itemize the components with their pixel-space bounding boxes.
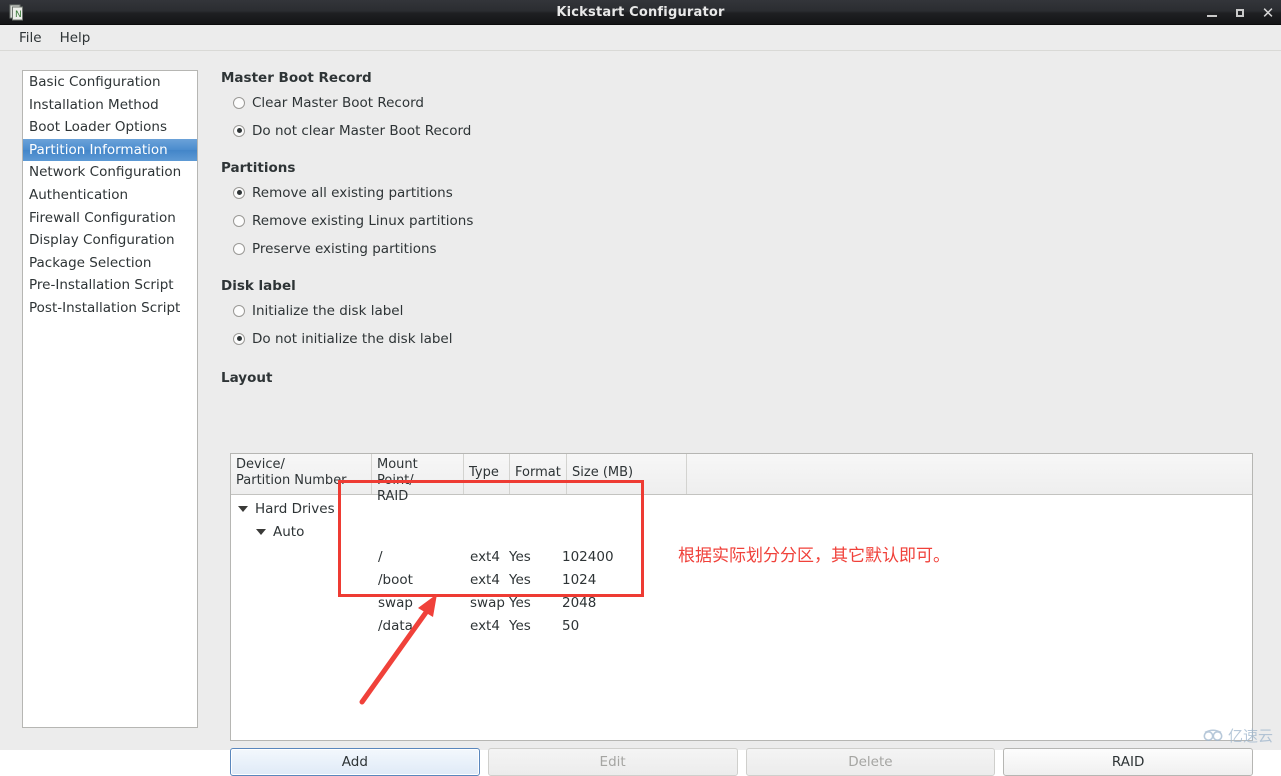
annotation-note-text: 根据实际划分分区，其它默认即可。	[678, 546, 950, 566]
radio-preserve-existing-partitions[interactable]: Preserve existing partitions	[233, 238, 1261, 259]
close-icon[interactable]: ✕	[1261, 5, 1275, 20]
add-button[interactable]: Add	[230, 748, 480, 776]
radio-remove-all-existing-partitions[interactable]: Remove all existing partitions	[233, 182, 1261, 203]
window-body: Basic Configuration Installation Method …	[0, 51, 1281, 776]
sidebar-nav-list[interactable]: Basic Configuration Installation Method …	[22, 70, 198, 728]
sidebar-item-pre-installation-script[interactable]: Pre-Installation Script	[23, 274, 197, 297]
minimize-icon[interactable]	[1205, 6, 1219, 20]
radio-initialize-disk-label[interactable]: Initialize the disk label	[233, 300, 1261, 321]
section-title-partitions: Partitions	[221, 160, 296, 176]
column-header-mount-point[interactable]: Mount Point/ RAID	[372, 454, 464, 504]
menu-item-help[interactable]: Help	[51, 27, 100, 49]
cell-format: Yes	[509, 594, 531, 611]
cell-mount-point: /	[378, 548, 383, 565]
sidebar-item-installation-method[interactable]: Installation Method	[23, 94, 197, 117]
radio-circle-icon	[233, 214, 245, 227]
cell-mount-point: /data	[378, 617, 413, 634]
radio-clear-mbr[interactable]: Clear Master Boot Record	[233, 92, 1261, 113]
column-header-type[interactable]: Type	[464, 454, 510, 494]
cell-size: 102400	[562, 548, 614, 565]
column-header-device[interactable]: Device/ Partition Number	[231, 454, 372, 494]
column-header-format[interactable]: Format	[510, 454, 567, 494]
radio-label: Do not initialize the disk label	[252, 330, 453, 347]
menu-item-file[interactable]: File	[10, 27, 51, 49]
tree-node-label: Hard Drives	[255, 500, 335, 517]
column-header-size[interactable]: Size (MB)	[567, 454, 687, 494]
radio-circle-icon	[233, 96, 245, 109]
tree-node-label: Auto	[273, 523, 305, 540]
cell-size: 50	[562, 617, 580, 634]
cell-type: ext4	[470, 617, 500, 634]
column-header-line1: Device/	[236, 457, 285, 472]
window-controls: ✕	[1205, 0, 1275, 25]
radio-label: Remove all existing partitions	[252, 184, 453, 201]
maximize-icon[interactable]	[1233, 6, 1247, 20]
sidebar-item-package-selection[interactable]: Package Selection	[23, 252, 197, 275]
sidebar-item-firewall-configuration[interactable]: Firewall Configuration	[23, 207, 197, 230]
radio-label: Clear Master Boot Record	[252, 94, 424, 111]
sidebar-item-authentication[interactable]: Authentication	[23, 184, 197, 207]
section-title-master-boot-record: Master Boot Record	[221, 70, 372, 86]
sidebar-item-post-installation-script[interactable]: Post-Installation Script	[23, 297, 197, 320]
title-bar: N Kickstart Configurator ✕	[0, 0, 1281, 25]
cell-mount-point: swap	[378, 594, 413, 611]
radio-do-not-clear-mbr[interactable]: Do not clear Master Boot Record	[233, 120, 1261, 141]
column-header-line2: RAID	[377, 489, 409, 504]
column-header-line1: Mount Point/	[377, 457, 418, 488]
layout-action-buttons: Add Edit Delete RAID	[230, 748, 1253, 776]
radio-label: Do not clear Master Boot Record	[252, 122, 472, 139]
radio-remove-existing-linux-partitions[interactable]: Remove existing Linux partitions	[233, 210, 1261, 231]
sidebar-item-partition-information[interactable]: Partition Information	[23, 138, 197, 162]
sidebar-item-network-configuration[interactable]: Network Configuration	[23, 161, 197, 184]
cell-type: ext4	[470, 571, 500, 588]
cell-size: 2048	[562, 594, 597, 611]
radio-circle-icon	[233, 304, 245, 317]
tree-node-auto[interactable]: Auto	[231, 520, 1252, 543]
cell-format: Yes	[509, 548, 531, 565]
cell-size: 1024	[562, 571, 597, 588]
table-row[interactable]: /data ext4 Yes 50	[231, 614, 1252, 637]
radio-circle-selected-icon	[233, 332, 245, 345]
delete-button[interactable]: Delete	[745, 748, 996, 776]
table-row[interactable]: swap swap Yes 2048	[231, 591, 1252, 614]
column-header-filler	[687, 454, 1252, 494]
chevron-down-icon[interactable]	[238, 505, 248, 512]
radio-circle-selected-icon	[233, 186, 245, 199]
section-title-disk-label: Disk label	[221, 278, 296, 294]
cell-type: swap	[470, 594, 505, 611]
radio-circle-icon	[233, 242, 245, 255]
cell-mount-point: /boot	[378, 571, 413, 588]
radio-label: Initialize the disk label	[252, 302, 404, 319]
table-header-row: Device/ Partition Number Mount Point/ RA…	[231, 454, 1252, 504]
radio-do-not-initialize-disk-label[interactable]: Do not initialize the disk label	[233, 328, 1261, 349]
menu-bar: File Help	[0, 25, 1281, 51]
column-header-line2: Partition Number	[236, 473, 347, 488]
radio-label: Remove existing Linux partitions	[252, 212, 474, 229]
watermark-text: 亿速云	[1227, 727, 1273, 745]
watermark: 亿速云	[1202, 725, 1273, 746]
raid-button[interactable]: RAID	[1003, 748, 1253, 776]
radio-circle-selected-icon	[233, 124, 245, 137]
cell-format: Yes	[509, 617, 531, 634]
sidebar-item-basic-configuration[interactable]: Basic Configuration	[23, 71, 197, 94]
partition-layout-table[interactable]: Device/ Partition Number Mount Point/ RA…	[230, 453, 1253, 741]
radio-label: Preserve existing partitions	[252, 240, 437, 257]
window-title: Kickstart Configurator	[556, 5, 725, 20]
edit-button[interactable]: Edit	[487, 748, 738, 776]
cell-format: Yes	[509, 571, 531, 588]
cell-type: ext4	[470, 548, 500, 565]
table-row[interactable]: /boot ext4 Yes 1024	[231, 568, 1252, 591]
section-title-layout: Layout	[221, 370, 273, 386]
chevron-down-icon[interactable]	[256, 528, 266, 535]
partition-information-panel: Master Boot Record Clear Master Boot Rec…	[221, 70, 1261, 386]
sidebar-item-boot-loader-options[interactable]: Boot Loader Options	[23, 116, 197, 139]
cloud-logo-icon	[1203, 728, 1223, 741]
sidebar-item-display-configuration[interactable]: Display Configuration	[23, 229, 197, 252]
